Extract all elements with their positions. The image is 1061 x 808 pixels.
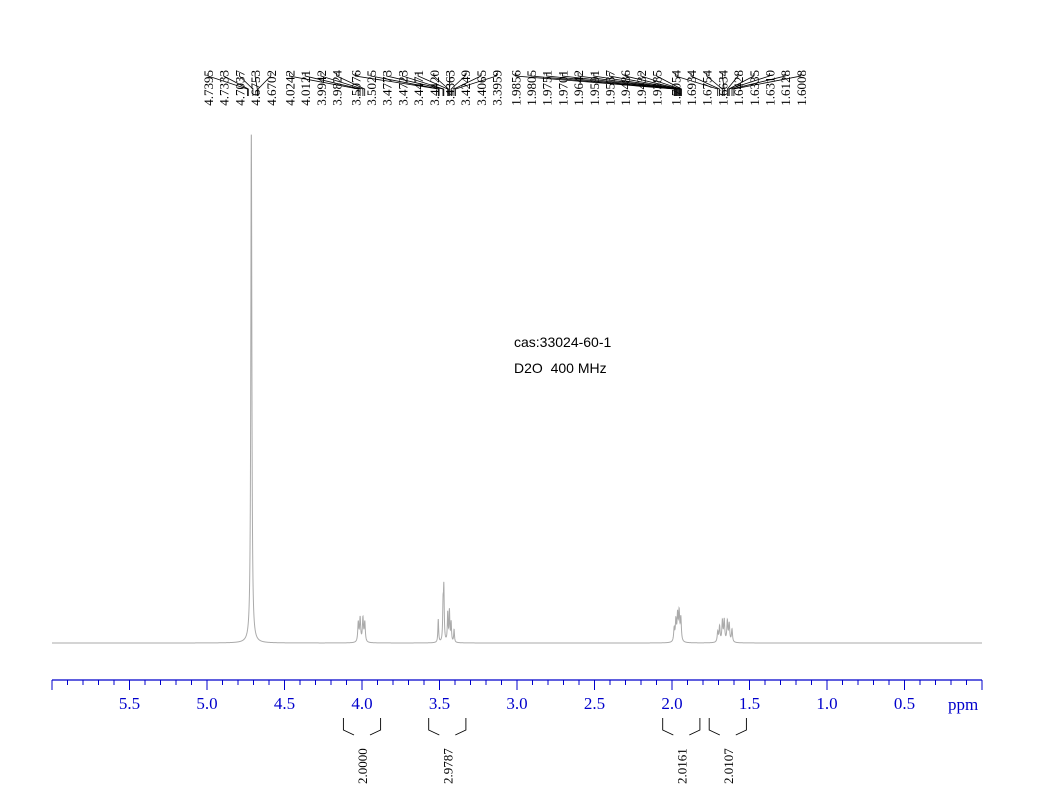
peak-label: 3.4363 <box>443 70 458 106</box>
x-tick-label: 2.0 <box>661 694 682 713</box>
peak-label: 3.3959 <box>490 70 505 106</box>
x-tick-label: 4.5 <box>274 694 295 713</box>
peak-label: 1.9537 <box>603 70 618 106</box>
peak-label: 4.7333 <box>217 70 232 106</box>
integral-value: 2.0107 <box>721 748 736 784</box>
peak-label: 3.4773 <box>380 70 395 106</box>
peak-label: 3.4065 <box>474 70 489 106</box>
peak-label: 1.6128 <box>778 70 793 106</box>
peak-label: 1.9591 <box>587 70 602 106</box>
x-tick-label: 4.0 <box>351 694 372 713</box>
peak-label: 3.4723 <box>395 70 410 106</box>
peak-label: 3.5025 <box>364 70 379 106</box>
peak-label: 4.0121 <box>298 70 313 106</box>
peak-label: 1.9432 <box>634 70 649 106</box>
peak-label: 3.9942 <box>314 70 329 106</box>
peak-label: 1.6934 <box>684 70 699 106</box>
peak-label: 3.9824 <box>330 70 345 106</box>
peak-label: 4.6702 <box>264 70 279 106</box>
integral-bracket <box>428 718 467 736</box>
integral-value: 2.0161 <box>674 748 689 784</box>
peak-label: 1.9856 <box>508 70 523 106</box>
peak-labels: 4.7395 4.7333 4.7037 4.6753 4.6702 4.0242 4.01… <box>201 70 809 106</box>
peak-label: 1.9642 <box>571 70 586 106</box>
annotation-cas-number: cas:33024-60-1 <box>514 334 612 350</box>
x-tick-label: 5.5 <box>119 694 140 713</box>
peak-label: 4.0242 <box>283 70 298 106</box>
spectrum-trace <box>52 134 982 644</box>
peak-label: 3.5076 <box>348 70 363 106</box>
peak-label: 1.9751 <box>540 70 555 106</box>
x-tick-label: 2.5 <box>584 694 605 713</box>
peak-label: 4.7037 <box>232 70 247 106</box>
peak-label: 3.4471 <box>411 70 426 106</box>
integral-bracket <box>662 718 701 736</box>
integral-value: 2.0000 <box>355 748 370 784</box>
integral-bracket <box>342 718 382 736</box>
x-axis: 5.5 5.0 4.5 4.0 3.5 3.0 2.5 2.0 1.5 1.0 0.5 ppm <box>51 679 983 714</box>
x-tick-label: 1.5 <box>739 694 760 713</box>
x-tick-label: 5.0 <box>196 694 217 713</box>
integral-value: 2.9787 <box>440 748 455 784</box>
peak-label: 1.6008 <box>794 70 809 106</box>
spectrum-line <box>52 134 982 644</box>
x-tick-label: 3.0 <box>506 694 527 713</box>
x-unit-label: ppm <box>948 695 978 714</box>
integral-bracket <box>708 718 747 736</box>
x-tick-label: 0.5 <box>894 694 915 713</box>
integrals: 2.0000 2.9787 2.0161 2.0107 <box>342 718 747 784</box>
peak-label: 1.6754 <box>700 70 715 106</box>
peak-label: 1.6310 <box>763 70 778 106</box>
x-tick-label: 1.0 <box>816 694 837 713</box>
peak-label: 4.6753 <box>248 70 263 106</box>
peak-label: 1.6335 <box>747 70 762 106</box>
peak-label: 4.7395 <box>201 70 216 106</box>
peak-label: 1.9701 <box>555 70 570 106</box>
peak-label: 3.4420 <box>427 70 442 106</box>
peak-label: 1.7054 <box>668 70 683 106</box>
peak-label: 1.9805 <box>524 70 539 106</box>
peak-label: 1.9486 <box>618 70 633 106</box>
x-tick-label: 3.5 <box>429 694 450 713</box>
nmr-spectrum-chart: 4.7395 4.7333 4.7037 4.6753 4.6702 4.0242 4.01… <box>51 70 983 784</box>
peak-label: 1.9385 <box>650 70 665 106</box>
annotation-solvent-frequency: D2O 400 MHz <box>514 360 607 376</box>
